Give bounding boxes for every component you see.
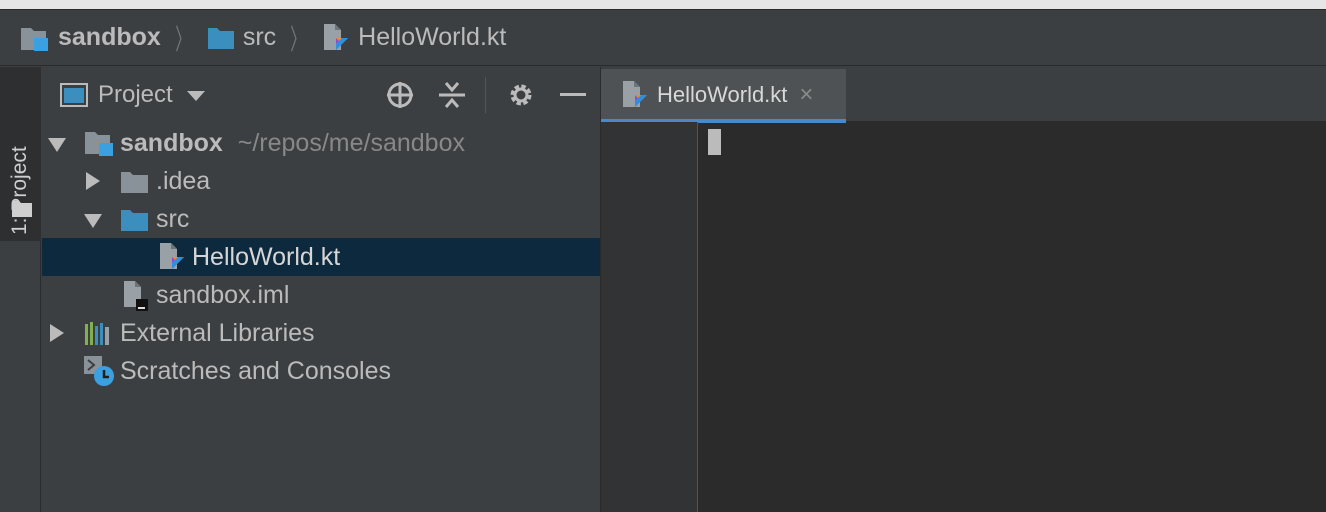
tree-node-helloworld[interactable]: HelloWorld.kt <box>42 238 600 276</box>
toolbar-separator <box>485 76 486 113</box>
expand-arrow-icon[interactable] <box>84 214 102 228</box>
editor-area: HelloWorld.kt × <box>601 67 1326 512</box>
tree-node-scratches[interactable]: Scratches and Consoles <box>42 352 600 390</box>
tree-node-label: Scratches and Consoles <box>120 357 391 385</box>
left-tool-strip: 1: Project <box>0 67 41 512</box>
breadcrumb-label: src <box>242 23 277 51</box>
kotlin-file-icon <box>621 80 649 110</box>
source-folder-icon <box>120 208 150 239</box>
breadcrumb-label: sandbox <box>58 23 161 51</box>
tree-node-label: HelloWorld.kt <box>192 243 341 271</box>
chevron-down-icon[interactable] <box>186 90 205 101</box>
tool-window-label: 1: Project <box>8 146 31 235</box>
hide-icon[interactable] <box>556 78 590 112</box>
project-panel: Project sandbox ~/repos/me/sandbox .idea… <box>42 67 601 512</box>
breadcrumb-separator: 〉 <box>175 23 191 55</box>
tree-node-path: ~/repos/me/sandbox <box>237 129 465 157</box>
gear-icon[interactable] <box>504 78 538 112</box>
kotlin-file-icon <box>158 242 186 279</box>
module-folder-icon <box>84 129 116 164</box>
project-view-selector[interactable]: Project <box>98 81 173 109</box>
scratches-icon <box>82 354 116 395</box>
tree-node-external-libraries[interactable]: External Libraries <box>42 314 600 352</box>
expand-arrow-icon[interactable] <box>48 138 66 152</box>
project-view-icon <box>60 82 88 107</box>
tree-node-label: src <box>156 205 190 233</box>
editor-gutter <box>601 122 698 512</box>
tree-node-label: sandbox <box>120 129 223 157</box>
tree-node-iml[interactable]: sandbox.iml <box>42 276 600 314</box>
folder-icon <box>120 170 150 201</box>
locate-icon[interactable] <box>383 78 417 112</box>
expand-arrow-icon[interactable] <box>50 324 64 342</box>
tool-window-tab-project[interactable]: 1: Project <box>0 67 41 241</box>
expand-arrow-icon[interactable] <box>86 172 100 190</box>
tree-node-label: sandbox.iml <box>156 281 290 309</box>
editor-tab-helloworld[interactable]: HelloWorld.kt × <box>601 69 846 123</box>
module-folder-icon <box>20 24 50 52</box>
editor-tabs: HelloWorld.kt × <box>601 67 1326 123</box>
source-folder-icon <box>207 26 235 50</box>
editor-tab-label: HelloWorld.kt <box>657 82 788 107</box>
libraries-icon <box>84 320 112 353</box>
kotlin-file-icon <box>322 23 350 53</box>
breadcrumb: sandbox 〉 src 〉 HelloWorld.kt <box>0 10 1326 66</box>
close-icon[interactable]: × <box>799 81 813 109</box>
window-top-strip <box>0 0 1326 10</box>
project-panel-header: Project <box>42 67 600 122</box>
breadcrumb-label: HelloWorld.kt <box>358 23 507 51</box>
tree-node-label: External Libraries <box>120 319 315 347</box>
breadcrumb-separator: 〉 <box>290 23 306 55</box>
breadcrumb-file[interactable]: HelloWorld.kt <box>322 23 506 53</box>
text-caret[interactable] <box>708 129 721 155</box>
breadcrumb-sandbox[interactable]: sandbox <box>20 23 161 52</box>
tree-node-src[interactable]: src <box>42 200 600 238</box>
collapse-all-icon[interactable] <box>435 78 469 112</box>
tree-node-sandbox[interactable]: sandbox ~/repos/me/sandbox <box>42 124 600 162</box>
tree-node-label: .idea <box>156 167 211 195</box>
tree-node-idea[interactable]: .idea <box>42 162 600 200</box>
breadcrumb-src[interactable]: src <box>207 23 276 52</box>
